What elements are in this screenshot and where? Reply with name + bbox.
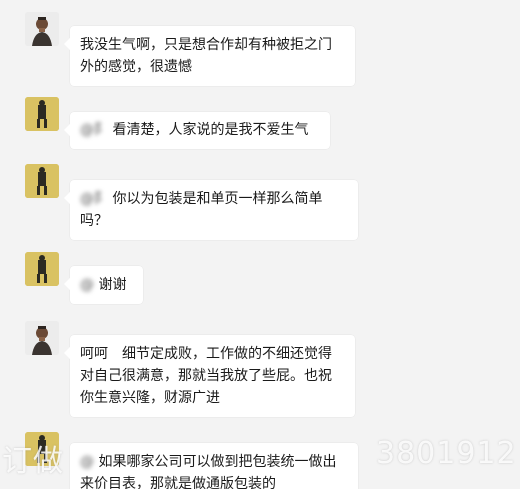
avatar[interactable] — [25, 164, 59, 198]
mention-tag[interactable]: @阝 — [80, 122, 108, 138]
avatar[interactable] — [25, 252, 59, 286]
gold-avatar-icon — [25, 252, 59, 286]
message-text: 你以为包装是和单页一样那么简单吗？ — [80, 191, 323, 229]
gold-avatar-icon — [25, 97, 59, 131]
man-avatar-icon — [25, 12, 59, 46]
message-bubble[interactable]: @阝 你以为包装是和单页一样那么简单吗？ — [64, 180, 358, 240]
message-text: 呵呵 细节定成败，工作做的不细还觉得对自己很满意，那就当我放了些屁。也祝你生意兴… — [80, 346, 332, 406]
watermark: 订做 3801912 — [0, 436, 520, 476]
watermark-left-text: 订做 — [2, 444, 64, 476]
message-bubble[interactable]: @ 谢谢 — [64, 266, 143, 304]
message-bubble[interactable]: @阝 看清楚，人家说的是我不爱生气 — [64, 112, 330, 149]
avatar[interactable] — [25, 97, 59, 131]
man-avatar-icon — [25, 321, 59, 355]
message-text: 谢谢 — [98, 277, 127, 293]
mention-tag[interactable]: @ — [80, 277, 94, 293]
message-text: 看清楚，人家说的是我不爱生气 — [112, 122, 309, 138]
avatar[interactable] — [25, 321, 59, 355]
gold-avatar-icon — [25, 164, 59, 198]
watermark-right-text: 3801912 — [376, 436, 517, 471]
message-text: 我没生气啊，只是想合作却有种被拒之门外的感觉，很遗憾 — [80, 37, 332, 75]
mention-tag[interactable]: @阝 — [80, 191, 108, 207]
message-bubble[interactable]: 呵呵 细节定成败，工作做的不细还觉得对自己很满意，那就当我放了些屁。也祝你生意兴… — [64, 335, 355, 417]
message-bubble[interactable]: 我没生气啊，只是想合作却有种被拒之门外的感觉，很遗憾 — [64, 26, 355, 86]
avatar[interactable] — [25, 12, 59, 46]
